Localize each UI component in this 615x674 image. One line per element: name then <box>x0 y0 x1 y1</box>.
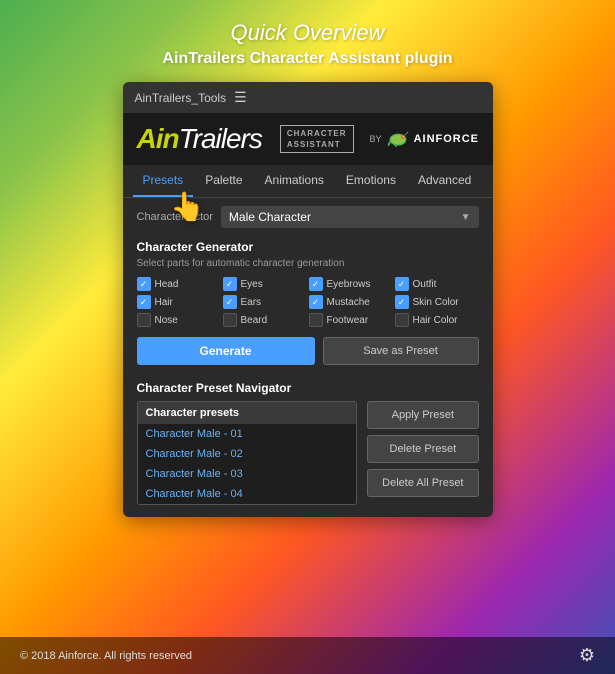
list-item-1[interactable]: Character Male - 01 <box>138 424 357 444</box>
main-panel: AinTrailers_Tools ☰ AinTrailers CHARACTE… <box>123 82 493 517</box>
checkbox-eyes-label: Eyes <box>241 279 263 290</box>
tab-presets[interactable]: Presets <box>133 165 194 197</box>
footer-copyright: © 2018 Ainforce. All rights reserved <box>20 650 192 662</box>
actor-dropdown[interactable]: Male Character ▼ <box>221 206 479 228</box>
checkbox-hair-label: Hair <box>155 297 173 308</box>
checkbox-hair-box[interactable] <box>137 295 151 309</box>
list-item-4[interactable]: Character Male - 04 <box>138 484 357 504</box>
checkbox-skin-color-label: Skin Color <box>413 297 459 308</box>
list-item-3[interactable]: Character Male - 03 <box>138 464 357 484</box>
panel-header: AinTrailers_Tools ☰ <box>123 82 493 113</box>
logo-badge: CHARACTER ASSISTANT <box>280 125 354 153</box>
logo-ain: Ain <box>137 123 179 155</box>
preset-list-header: Character presets <box>138 402 357 424</box>
preset-action-buttons: Apply Preset Delete Preset Delete All Pr… <box>367 401 478 497</box>
preset-navigator-title: Character Preset Navigator <box>137 381 479 395</box>
chameleon-icon <box>386 130 410 148</box>
checkbox-hair-color-box[interactable] <box>395 313 409 327</box>
checkbox-skin-color-box[interactable] <box>395 295 409 309</box>
generator-desc: Select parts for automatic character gen… <box>137 258 479 269</box>
checkbox-outfit-box[interactable] <box>395 277 409 291</box>
checkbox-beard-box[interactable] <box>223 313 237 327</box>
checkbox-nose[interactable]: Nose <box>137 313 221 327</box>
checkbox-footwear-label: Footwear <box>327 315 369 326</box>
checkbox-eyes-box[interactable] <box>223 277 237 291</box>
actor-dropdown-value: Male Character <box>229 210 455 224</box>
checkbox-head[interactable]: Head <box>137 277 221 291</box>
ainforce-text: AINFORCE <box>414 133 479 145</box>
checkbox-mustache[interactable]: Mustache <box>309 295 393 309</box>
checkbox-eyebrows-box[interactable] <box>309 277 323 291</box>
logo-by: BY AINFORCE <box>370 130 479 148</box>
tab-emotions[interactable]: Emotions <box>336 165 406 197</box>
checkbox-eyebrows-label: Eyebrows <box>327 279 371 290</box>
panel-title: AinTrailers_Tools <box>135 91 227 105</box>
apply-preset-button[interactable]: Apply Preset <box>367 401 478 429</box>
logo-main: AinTrailers <box>137 123 262 155</box>
generate-button[interactable]: Generate <box>137 337 315 365</box>
actor-row: Character Actor Male Character ▼ <box>123 198 493 236</box>
checkbox-skin-color[interactable]: Skin Color <box>395 295 479 309</box>
logo-area: AinTrailers CHARACTER ASSISTANT BY AINFO… <box>123 113 493 165</box>
generator-buttons: Generate Save as Preset <box>137 337 479 365</box>
hamburger-icon[interactable]: ☰ <box>234 89 247 106</box>
checkbox-hair-color-label: Hair Color <box>413 315 458 326</box>
checkboxes-grid: Head Eyes Eyebrows Outfit Hair Ears <box>137 277 479 327</box>
delete-preset-button[interactable]: Delete Preset <box>367 435 478 463</box>
nav-tabs: Presets Palette Animations Emotions Adva… <box>123 165 493 198</box>
preset-list-container: Character presets Character Male - 01 Ch… <box>137 401 358 505</box>
tab-animations[interactable]: Animations <box>255 165 334 197</box>
checkbox-outfit-label: Outfit <box>413 279 437 290</box>
generator-title: Character Generator <box>137 240 479 254</box>
checkbox-hair-color[interactable]: Hair Color <box>395 313 479 327</box>
checkbox-mustache-box[interactable] <box>309 295 323 309</box>
dropdown-arrow-icon: ▼ <box>461 212 471 223</box>
list-item-2[interactable]: Character Male - 02 <box>138 444 357 464</box>
checkbox-outfit[interactable]: Outfit <box>395 277 479 291</box>
checkbox-mustache-label: Mustache <box>327 297 370 308</box>
checkbox-ears-label: Ears <box>241 297 262 308</box>
checkbox-eyes[interactable]: Eyes <box>223 277 307 291</box>
checkbox-footwear-box[interactable] <box>309 313 323 327</box>
delete-all-preset-button[interactable]: Delete All Preset <box>367 469 478 497</box>
plugin-subtitle: AinTrailers Character Assistant plugin <box>162 50 452 68</box>
checkbox-nose-label: Nose <box>155 315 178 326</box>
checkbox-ears[interactable]: Ears <box>223 295 307 309</box>
checkbox-hair[interactable]: Hair <box>137 295 221 309</box>
actor-label: Character Actor <box>137 211 213 223</box>
logo-trailers: Trailers <box>179 123 262 155</box>
preset-layout: Character presets Character Male - 01 Ch… <box>137 401 479 505</box>
character-generator-section: Character Generator Select parts for aut… <box>123 236 493 375</box>
checkbox-ears-box[interactable] <box>223 295 237 309</box>
settings-icon[interactable]: ⚙ <box>579 645 595 666</box>
checkbox-beard[interactable]: Beard <box>223 313 307 327</box>
checkbox-nose-box[interactable] <box>137 313 151 327</box>
checkbox-footwear[interactable]: Footwear <box>309 313 393 327</box>
footer: © 2018 Ainforce. All rights reserved ⚙ <box>0 637 615 674</box>
tab-advanced[interactable]: Advanced <box>408 165 481 197</box>
preset-navigator: Character Preset Navigator Character pre… <box>123 375 493 517</box>
checkbox-eyebrows[interactable]: Eyebrows <box>309 277 393 291</box>
save-preset-button[interactable]: Save as Preset <box>323 337 479 365</box>
quick-overview-title: Quick Overview <box>162 20 452 46</box>
checkbox-head-box[interactable] <box>137 277 151 291</box>
checkbox-beard-label: Beard <box>241 315 268 326</box>
checkbox-head-label: Head <box>155 279 179 290</box>
tab-palette[interactable]: Palette <box>195 165 252 197</box>
